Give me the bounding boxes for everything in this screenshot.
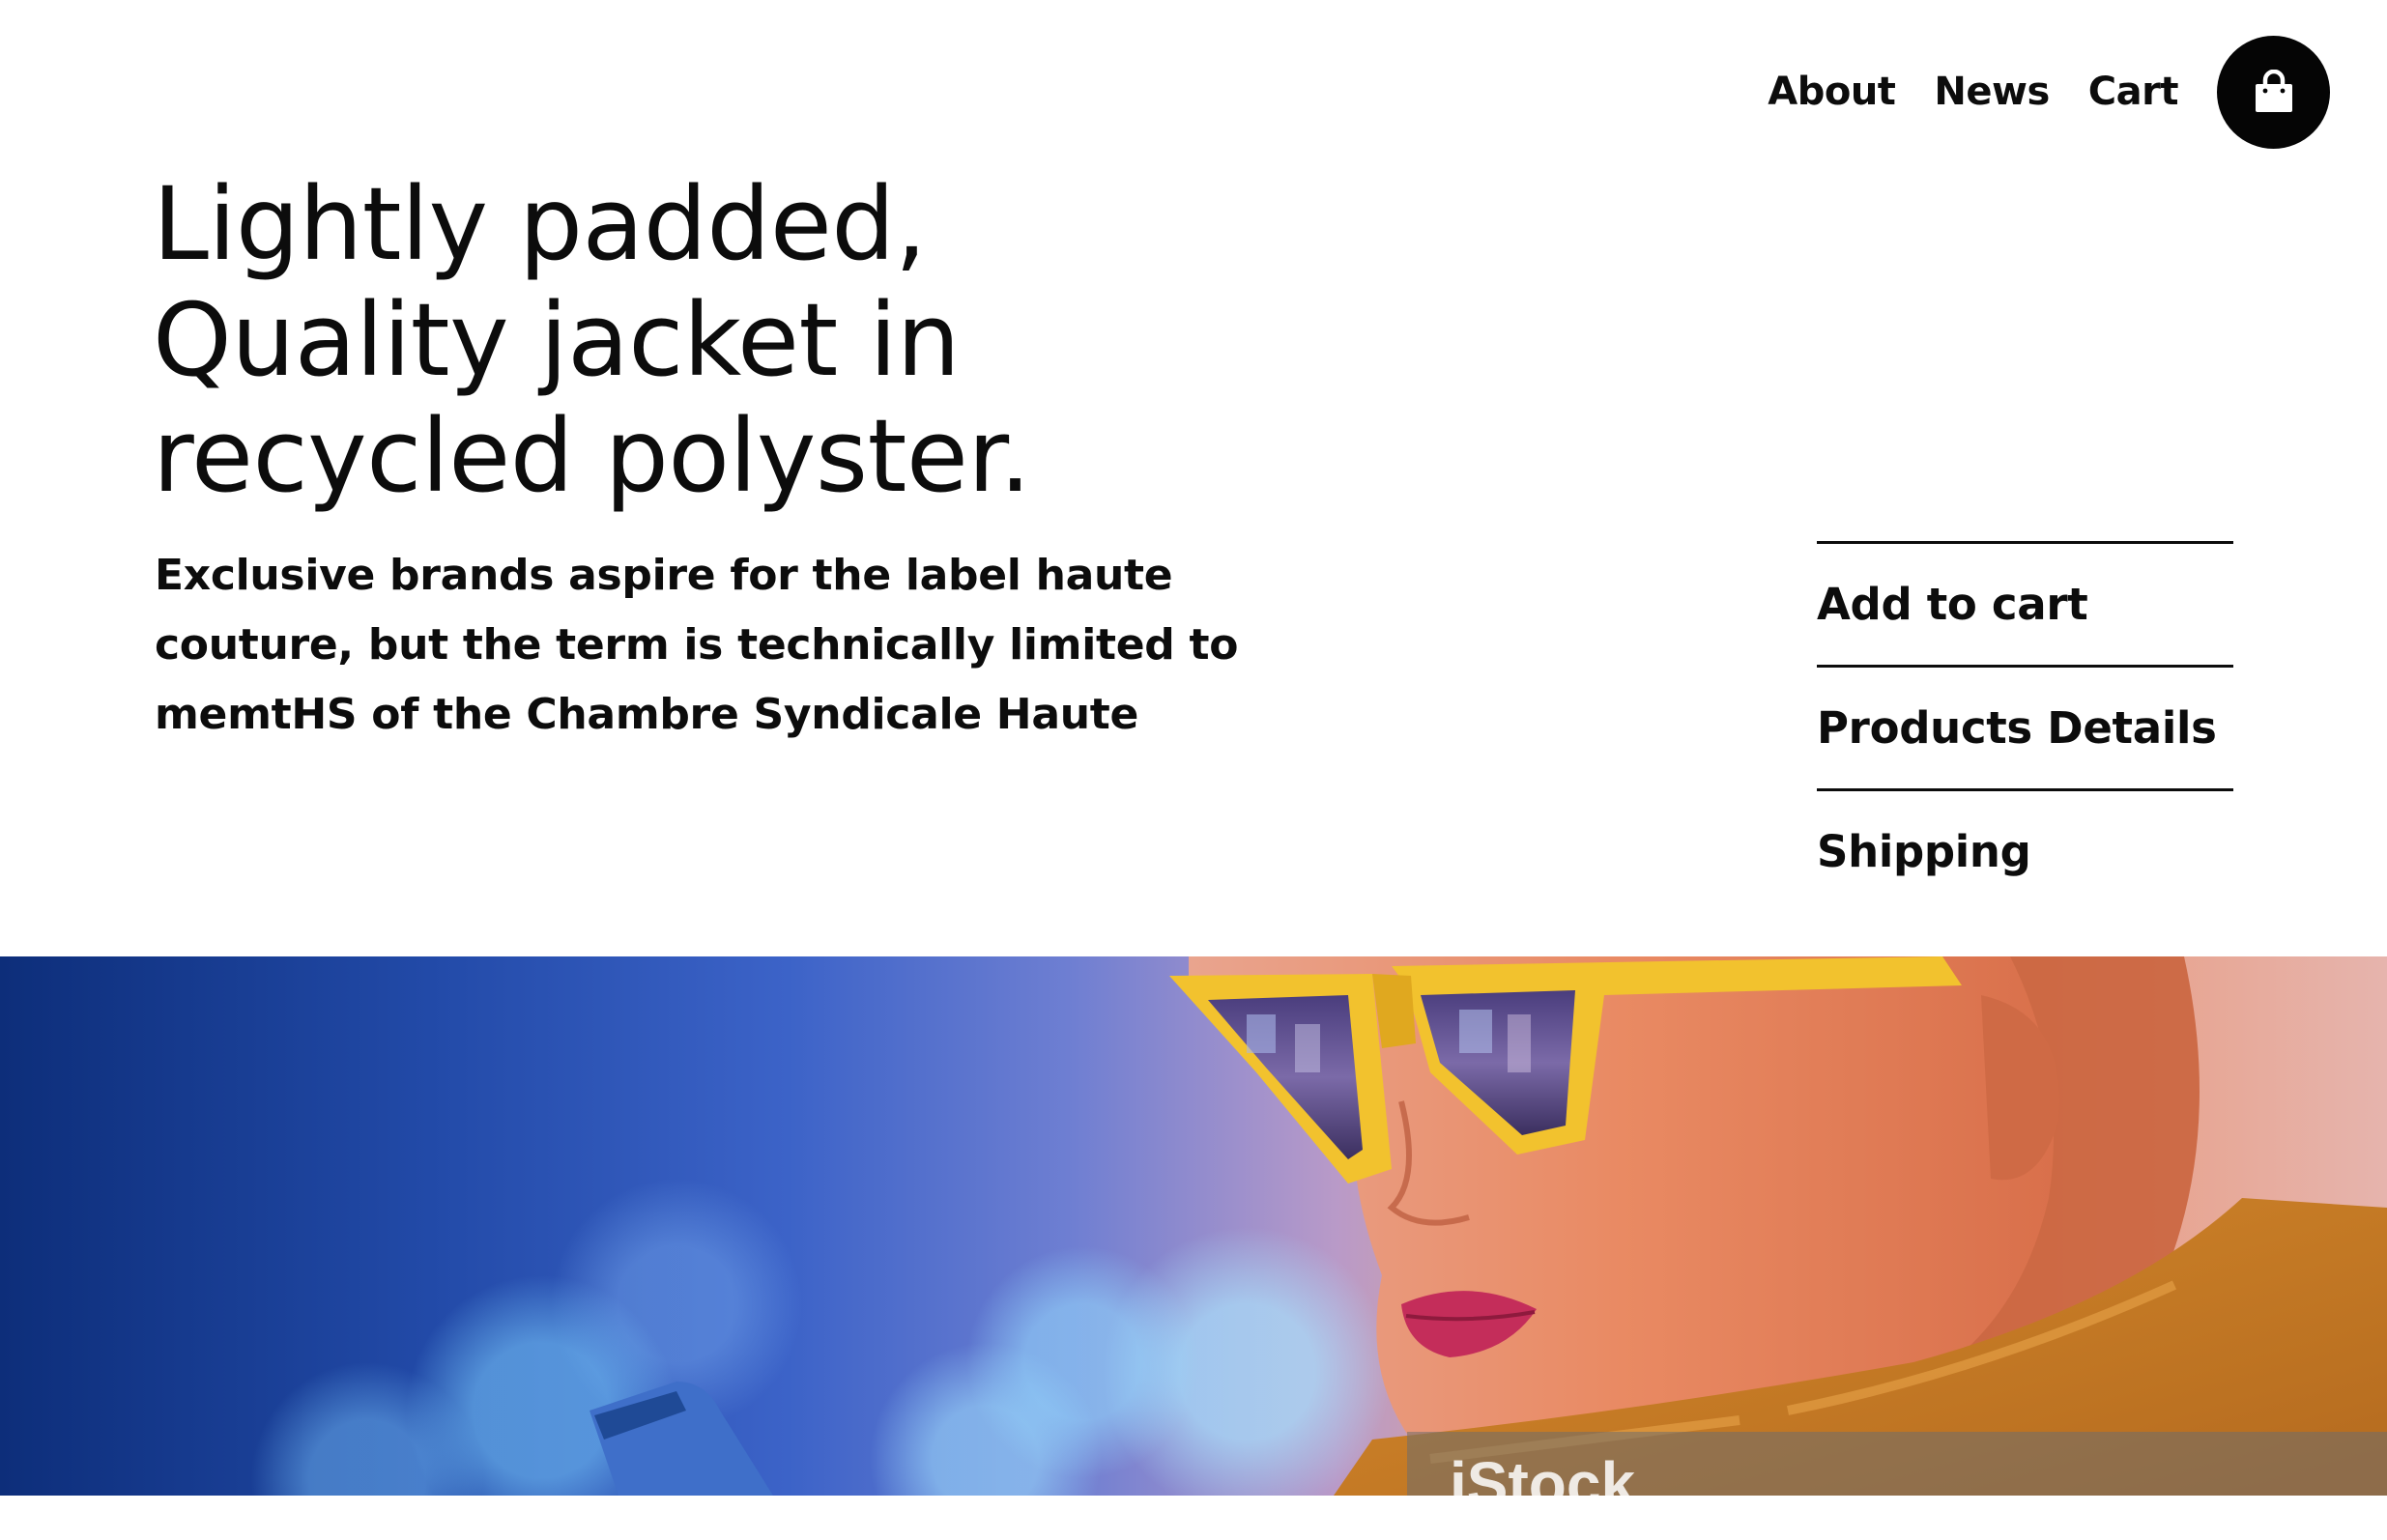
woman-with-sunglasses-illustration bbox=[590, 956, 2387, 1496]
product-details-link[interactable]: Products Details bbox=[1817, 668, 2233, 788]
hero-title-line: Quality jacket in bbox=[153, 281, 961, 399]
hero-title: Lightly padded, Quality jacket in recycl… bbox=[153, 166, 1119, 514]
add-to-cart-link[interactable]: Add to cart bbox=[1817, 544, 2233, 665]
nav-link-cart[interactable]: Cart bbox=[2088, 72, 2179, 111]
hero-description-line: couture, but the term is technically lim… bbox=[155, 620, 1239, 670]
nav-link-about[interactable]: About bbox=[1768, 72, 1896, 111]
hero-description-line: memtHS of the Chambre Syndicale Haute bbox=[155, 690, 1139, 739]
hero-title-line: recycled polyster. bbox=[153, 397, 1031, 515]
stock-watermark: iStock bbox=[1450, 1449, 1636, 1496]
shopping-bag-button[interactable] bbox=[2217, 35, 2330, 149]
hero-title-line: Lightly padded, bbox=[153, 165, 927, 283]
nav-link-news[interactable]: News bbox=[1934, 72, 2050, 111]
shipping-link[interactable]: Shipping bbox=[1817, 791, 2233, 911]
hero-description-line: Exclusive brands aspire for the label ha… bbox=[155, 551, 1173, 600]
shopping-bag-icon bbox=[2255, 70, 2292, 112]
hero-description: Exclusive brands aspire for the label ha… bbox=[155, 541, 1239, 750]
product-actions-list: Add to cart Products Details Shipping bbox=[1817, 541, 2233, 911]
hero-image: iStock bbox=[0, 956, 2387, 1496]
main-navigation: About News Cart bbox=[1768, 35, 2330, 149]
